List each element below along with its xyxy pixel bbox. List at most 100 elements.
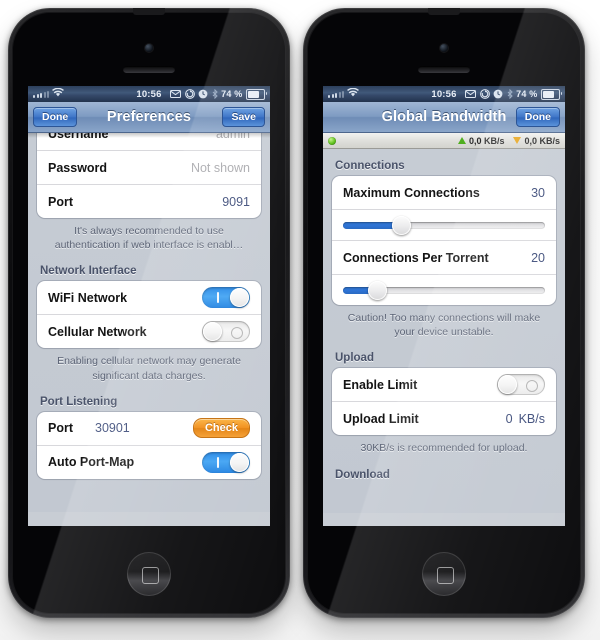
slider-track[interactable] bbox=[343, 215, 545, 235]
nav-bar-right: Global Bandwidth Done bbox=[323, 102, 565, 133]
table-row-username[interactable]: Username admin bbox=[37, 133, 261, 150]
iphone-device-right: 10:56 74 % Global Bandwidth Done 0,0 KB/… bbox=[303, 8, 585, 618]
iphone-device-left: 10:56 74 % Done Preferences Save Usernam… bbox=[8, 8, 290, 618]
table-row-wifi-network[interactable]: WiFi Network bbox=[37, 281, 261, 314]
upload-footer-text: 30KB/s is recommended for upload. bbox=[360, 442, 528, 455]
home-square-icon bbox=[141, 566, 159, 584]
slider-track[interactable] bbox=[343, 280, 545, 300]
status-bar-left: 10:56 74 % bbox=[28, 86, 270, 102]
top-antenna-nub bbox=[133, 8, 165, 15]
table-row-password[interactable]: Password Not shown bbox=[37, 150, 261, 184]
table-row-maximum-connections[interactable]: Maximum Connections 30 bbox=[332, 176, 556, 209]
front-camera-icon bbox=[440, 44, 448, 52]
table-row-listening-port[interactable]: Port 30901 Check bbox=[37, 412, 261, 445]
row-label: Upload Limit bbox=[343, 411, 419, 426]
cellular-footer-text: Enabling cellular network may generate s… bbox=[57, 355, 241, 382]
home-square-icon bbox=[436, 566, 454, 584]
connections-group: Maximum Connections 30 Connections Per T… bbox=[332, 176, 556, 305]
slider-thumb bbox=[367, 280, 387, 300]
settings-table-left[interactable]: Username admin Password Not shown Port 9… bbox=[28, 133, 270, 512]
row-unit: KB/s bbox=[518, 411, 545, 426]
check-port-button[interactable]: Check bbox=[192, 418, 250, 439]
table-row-port[interactable]: Port 9091 bbox=[37, 184, 261, 218]
row-value: 0 bbox=[505, 411, 513, 426]
section-header-download: Download bbox=[335, 468, 390, 481]
speed-toolbar: 0,0 KB/s 0,0 KB/s bbox=[323, 133, 565, 149]
row-label: Maximum Connections bbox=[343, 185, 480, 200]
connections-footer-text: Caution! Too many connections will make … bbox=[347, 312, 541, 339]
enable-limit-toggle[interactable] bbox=[497, 374, 545, 396]
table-row-auto-port-map[interactable]: Auto Port-Map bbox=[37, 444, 261, 479]
row-label: Connections Per Torrent bbox=[343, 250, 489, 265]
save-button[interactable]: Save bbox=[222, 107, 265, 127]
row-label: Port bbox=[48, 194, 73, 209]
bluetooth-icon bbox=[212, 89, 218, 99]
auto-port-map-toggle[interactable] bbox=[202, 451, 250, 473]
status-right-group: 74 % bbox=[170, 88, 267, 100]
section-header-port-listening: Port Listening bbox=[40, 395, 118, 408]
status-right-group: 74 % bbox=[465, 88, 562, 100]
mail-icon bbox=[170, 90, 182, 98]
upload-group: Enable Limit Upload Limit 0 KB/s bbox=[332, 368, 556, 436]
row-label: WiFi Network bbox=[48, 290, 128, 305]
auth-group: Username admin Password Not shown Port 9… bbox=[37, 133, 261, 218]
auth-footer-text: It's always recommended to use authentic… bbox=[54, 225, 244, 252]
rotation-lock-icon bbox=[479, 89, 490, 99]
nav-bar-left: Done Preferences Save bbox=[28, 102, 270, 133]
row-label: Username bbox=[48, 133, 109, 141]
status-bar-right: 10:56 74 % bbox=[323, 86, 565, 102]
battery-percent-label: 74 % bbox=[516, 89, 538, 99]
download-speed: 0,0 KB/s bbox=[513, 136, 560, 146]
table-row-upload-limit[interactable]: Upload Limit 0 KB/s bbox=[332, 401, 556, 435]
table-row-connections-per-torrent[interactable]: Connections Per Torrent 20 bbox=[332, 240, 556, 274]
connections-per-torrent-slider-row[interactable] bbox=[332, 274, 556, 305]
network-interface-group: WiFi Network Cellular Network bbox=[37, 281, 261, 349]
port-listening-group: Port 30901 Check Auto Port-Map bbox=[37, 411, 261, 479]
top-antenna-nub bbox=[428, 8, 460, 15]
home-button[interactable] bbox=[422, 552, 466, 596]
upload-speed-label: 0,0 KB/s bbox=[468, 135, 505, 146]
cellular-network-toggle[interactable] bbox=[202, 321, 250, 343]
wifi-network-toggle[interactable] bbox=[202, 287, 250, 309]
earpiece-speaker-icon bbox=[123, 66, 175, 73]
slider-thumb bbox=[392, 215, 412, 235]
section-header-network-interface: Network Interface bbox=[40, 265, 137, 278]
table-row-cellular-network[interactable]: Cellular Network bbox=[37, 314, 261, 348]
rotation-lock-icon bbox=[184, 89, 195, 99]
settings-table-right[interactable]: Connections Maximum Connections 30 Conne… bbox=[323, 149, 565, 513]
earpiece-speaker-icon bbox=[418, 66, 470, 73]
row-label: Password bbox=[48, 160, 108, 175]
maximum-connections-slider-row[interactable] bbox=[332, 209, 556, 240]
screen-left: 10:56 74 % Done Preferences Save Usernam… bbox=[28, 86, 270, 526]
table-row-enable-limit[interactable]: Enable Limit bbox=[332, 368, 556, 401]
section-header-upload: Upload bbox=[335, 352, 374, 365]
row-value: admin bbox=[215, 133, 250, 141]
done-button[interactable]: Done bbox=[33, 107, 78, 127]
alarm-clock-icon bbox=[493, 89, 503, 99]
arrow-up-icon bbox=[457, 137, 466, 144]
row-value: 20 bbox=[531, 250, 545, 265]
done-button[interactable]: Done bbox=[515, 107, 560, 127]
battery-icon bbox=[541, 88, 562, 100]
mail-icon bbox=[465, 90, 477, 98]
connection-status-icon bbox=[328, 136, 336, 145]
battery-percent-label: 74 % bbox=[221, 89, 243, 99]
screen-right: 10:56 74 % Global Bandwidth Done 0,0 KB/… bbox=[323, 86, 565, 526]
upload-speed: 0,0 KB/s bbox=[457, 135, 505, 146]
front-camera-icon bbox=[145, 44, 153, 52]
download-speed-label: 0,0 KB/s bbox=[524, 135, 560, 146]
bluetooth-icon bbox=[507, 89, 513, 99]
row-value: 30901 bbox=[95, 421, 130, 436]
section-header-connections: Connections bbox=[335, 160, 405, 172]
row-value: 9091 bbox=[222, 194, 250, 209]
row-label: Cellular Network bbox=[48, 324, 147, 339]
arrow-down-icon bbox=[513, 137, 522, 144]
screenshot-stage: 10:56 74 % Done Preferences Save Usernam… bbox=[0, 0, 600, 640]
alarm-clock-icon bbox=[198, 89, 208, 99]
row-label: Port bbox=[48, 421, 73, 436]
battery-icon bbox=[246, 88, 267, 100]
row-label: Auto Port-Map bbox=[48, 455, 135, 470]
row-value: Not shown bbox=[190, 160, 250, 175]
row-label: Enable Limit bbox=[343, 377, 418, 392]
home-button[interactable] bbox=[127, 552, 171, 596]
